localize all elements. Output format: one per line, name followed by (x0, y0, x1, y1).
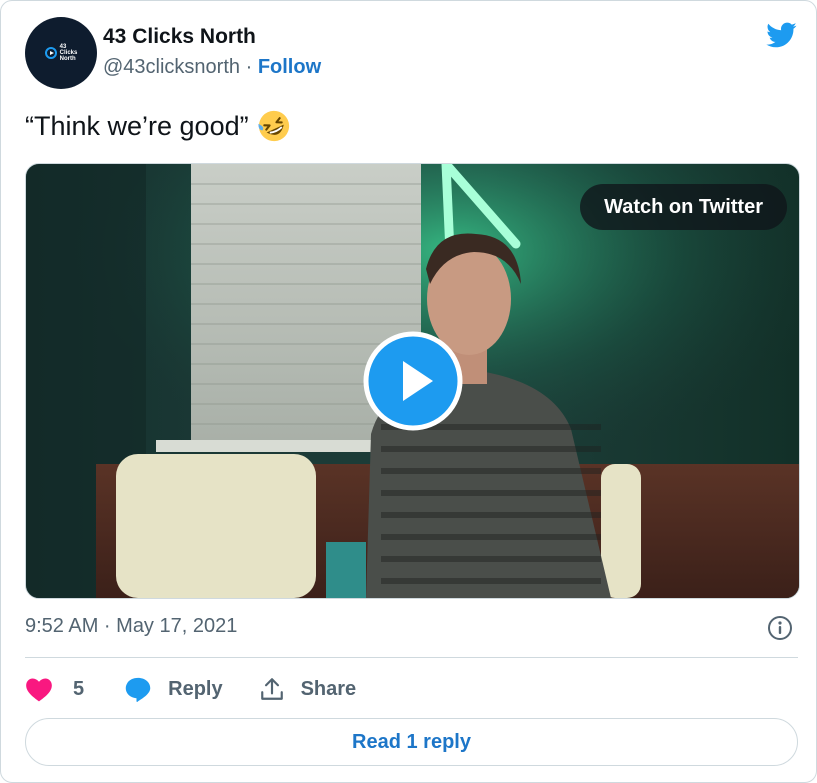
reply-button[interactable]: Reply (124, 676, 223, 702)
logo-play-icon (44, 47, 57, 59)
handle-separator: · (240, 56, 258, 78)
tweet-timestamp[interactable]: 9:52 AM · May 17, 2021 (25, 615, 237, 638)
author-handle[interactable]: @43clicksnorth (103, 56, 240, 78)
divider (25, 657, 798, 658)
reply-label: Reply (168, 677, 223, 700)
twitter-bird-icon[interactable] (763, 19, 799, 51)
like-button[interactable]: 5 (25, 676, 84, 702)
reply-bubble-icon (125, 677, 151, 702)
rofl-emoji-icon (258, 110, 289, 142)
author-name[interactable]: 43 Clicks North (103, 25, 256, 49)
tweet-text: “Think we’re good” (25, 109, 291, 143)
follow-link[interactable]: Follow (258, 56, 321, 78)
heart-icon (26, 678, 52, 702)
author-handle-row: @43clicksnorth · Follow (103, 56, 321, 79)
share-label: Share (300, 677, 357, 700)
share-button[interactable]: Share (259, 676, 357, 702)
share-icon (260, 678, 283, 700)
video-media[interactable]: Watch on Twitter (25, 163, 800, 599)
action-bar: 5 Reply Share (25, 671, 356, 707)
tweet-card: 43 Clicks North 43 Clicks North @43click… (0, 0, 817, 783)
like-count: 5 (73, 677, 85, 700)
tweet-text-content: “Think we’re good” (25, 110, 249, 141)
play-icon[interactable] (363, 331, 463, 431)
avatar-logo: 43 Clicks North (44, 44, 78, 62)
watch-on-twitter-button[interactable]: Watch on Twitter (580, 184, 787, 230)
avatar-logo-text: 43 Clicks North (59, 44, 78, 62)
info-icon[interactable] (767, 615, 793, 641)
read-replies-button[interactable]: Read 1 reply (25, 718, 798, 766)
avatar[interactable]: 43 Clicks North (25, 17, 97, 89)
